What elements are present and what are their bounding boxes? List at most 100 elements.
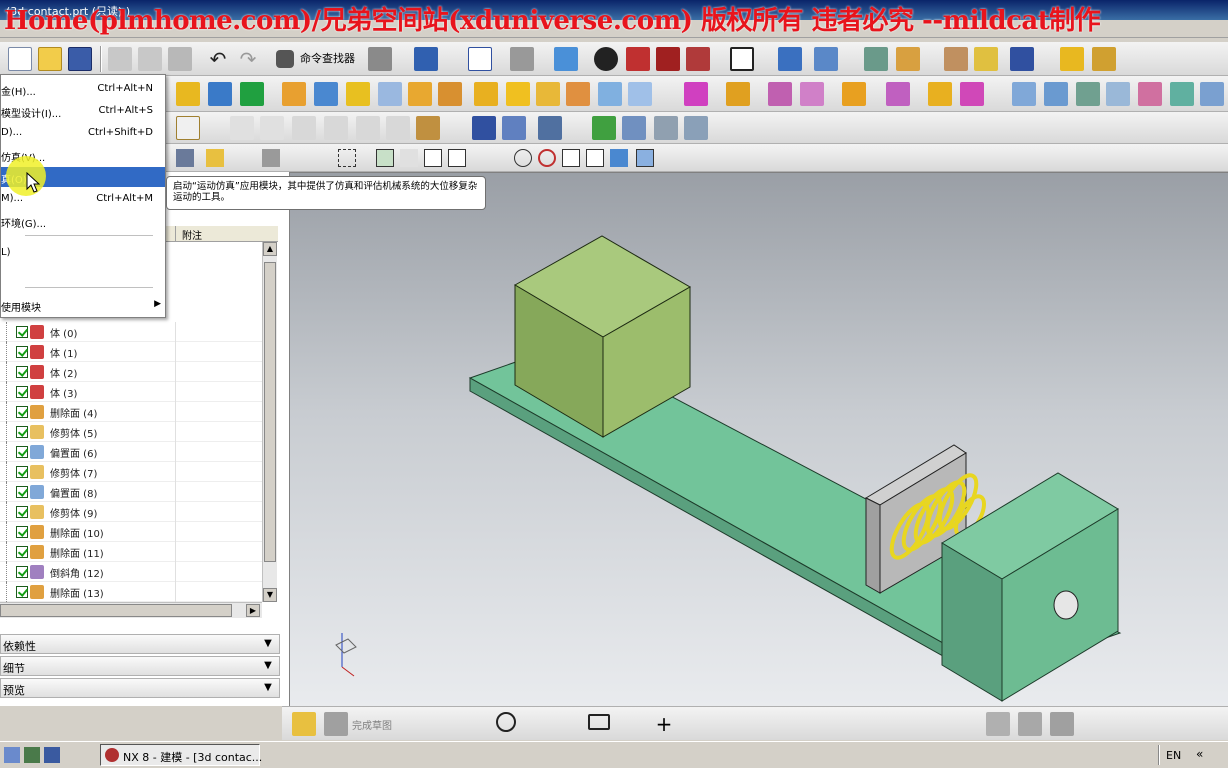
emboss-icon[interactable]: [536, 82, 560, 106]
polygon-icon[interactable]: [620, 712, 644, 736]
scroll-up-icon[interactable]: ▲: [263, 242, 277, 256]
constraint-icon[interactable]: [876, 712, 900, 736]
tree-row[interactable]: 体 (0): [0, 322, 262, 342]
visibility-checkbox[interactable]: [16, 486, 28, 498]
tree-row[interactable]: 删除面 (11): [0, 542, 262, 562]
auto-constraint-icon[interactable]: [938, 712, 962, 736]
cylinder-icon[interactable]: [314, 82, 338, 106]
language-indicator[interactable]: EN: [1166, 749, 1181, 762]
visibility-checkbox[interactable]: [16, 586, 28, 598]
open-file-icon[interactable]: [38, 47, 62, 71]
groove-icon[interactable]: [598, 82, 622, 106]
sew-icon[interactable]: [960, 82, 984, 106]
analysis-icon[interactable]: [944, 47, 968, 71]
dimension-icon[interactable]: [908, 712, 932, 736]
scroll-thumb[interactable]: [264, 262, 276, 562]
intersect-icon[interactable]: [768, 82, 792, 106]
cut-icon[interactable]: [108, 47, 132, 71]
section-preview[interactable]: 预览 ▼: [0, 678, 280, 698]
hscroll-thumb[interactable]: [0, 604, 232, 617]
navigator-vscroll[interactable]: ▲ ▼: [262, 242, 277, 602]
line-curve-icon[interactable]: [230, 116, 254, 140]
visibility-checkbox[interactable]: [16, 426, 28, 438]
text-icon[interactable]: [176, 116, 200, 140]
line-snap-icon[interactable]: [424, 149, 442, 167]
show-desktop-icon[interactable]: [4, 747, 20, 763]
datum-icon[interactable]: [240, 82, 264, 106]
monitor-icon[interactable]: [44, 747, 60, 763]
static-wire-icon[interactable]: [686, 47, 710, 71]
copy-icon[interactable]: [138, 47, 162, 71]
surface-mesh-icon[interactable]: [1012, 82, 1036, 106]
menu-item[interactable]: L): [1, 243, 165, 263]
arc-curve-icon[interactable]: [260, 116, 284, 140]
finish-sketch-label[interactable]: 完成草图: [352, 717, 392, 732]
select-face-icon[interactable]: [262, 149, 280, 167]
shaded-edges-icon[interactable]: [594, 47, 618, 71]
binoculars-icon[interactable]: [276, 50, 294, 68]
redo-icon[interactable]: ↷: [236, 47, 260, 71]
rectangle-icon[interactable]: [588, 714, 610, 730]
visibility-checkbox[interactable]: [16, 326, 28, 338]
tree-row[interactable]: 修剪体 (9): [0, 502, 262, 522]
pad-icon[interactable]: [506, 82, 530, 106]
wireframe-icon[interactable]: [656, 47, 680, 71]
menu-item[interactable]: 模型设计(I)... Ctrl+Alt+S: [1, 101, 165, 121]
rotate-view-icon[interactable]: [510, 47, 534, 71]
midpoint-icon[interactable]: [400, 149, 418, 167]
tree-row[interactable]: 体 (3): [0, 382, 262, 402]
menu-item[interactable]: D)... Ctrl+Shift+D: [1, 123, 165, 143]
tree-row[interactable]: 修剪体 (7): [0, 462, 262, 482]
arc-snap-icon[interactable]: [470, 149, 488, 167]
tree-row[interactable]: 修剪体 (5): [0, 422, 262, 442]
visibility-checkbox[interactable]: [16, 506, 28, 518]
tree-row[interactable]: 偏置面 (8): [0, 482, 262, 502]
assembly-icon[interactable]: [622, 116, 646, 140]
nx-task-button[interactable]: NX 8 - 建模 - [3d contac...: [100, 744, 262, 766]
scroll-down-icon[interactable]: ▼: [263, 588, 277, 602]
section-view-icon[interactable]: [778, 47, 802, 71]
slot-icon[interactable]: [566, 82, 590, 106]
shaded-icon[interactable]: [626, 47, 650, 71]
styled-sweep-icon[interactable]: [1170, 82, 1194, 106]
existing-point-icon[interactable]: [562, 149, 580, 167]
tree-row[interactable]: 体 (1): [0, 342, 262, 362]
undo-icon[interactable]: ↶: [206, 47, 230, 71]
snap-point-icon[interactable]: [206, 149, 224, 167]
axis-icon[interactable]: [684, 116, 708, 140]
quadrant-snap-icon[interactable]: [538, 149, 556, 167]
info-icon[interactable]: [414, 47, 438, 71]
sketch-options-icon[interactable]: [1050, 712, 1074, 736]
new-file-icon[interactable]: [8, 47, 32, 71]
pocket-icon[interactable]: [474, 82, 498, 106]
sketch-icon[interactable]: [292, 712, 316, 736]
surface-grid-icon[interactable]: [1044, 82, 1068, 106]
hole-icon[interactable]: [408, 82, 432, 106]
sphere-icon[interactable]: [378, 82, 402, 106]
boss-icon[interactable]: [438, 82, 462, 106]
center-snap-icon[interactable]: [514, 149, 532, 167]
tree-row[interactable]: 删除面 (10): [0, 522, 262, 542]
scale-icon[interactable]: [928, 82, 952, 106]
measure-icon[interactable]: [1060, 47, 1084, 71]
check-icon[interactable]: [592, 116, 616, 140]
g2-icon[interactable]: [324, 116, 348, 140]
tree-row[interactable]: 倒斜角 (12): [0, 562, 262, 582]
section-dependencies[interactable]: 依赖性 ▼: [0, 634, 280, 654]
background-icon[interactable]: [730, 47, 754, 71]
graphics-window[interactable]: [290, 172, 1228, 706]
through-curves-icon[interactable]: [1076, 82, 1100, 106]
quick-trim-icon[interactable]: [730, 712, 754, 736]
unite-icon[interactable]: [684, 82, 708, 106]
explorer-icon[interactable]: [24, 747, 40, 763]
section-details[interactable]: 细节 ▼: [0, 656, 280, 676]
tree-row[interactable]: 删除面 (4): [0, 402, 262, 422]
visibility-checkbox[interactable]: [16, 386, 28, 398]
visibility-checkbox[interactable]: [16, 366, 28, 378]
subtract-icon[interactable]: [726, 82, 750, 106]
spring-icon[interactable]: [502, 116, 526, 140]
sketch-grid-icon[interactable]: [324, 712, 348, 736]
command-finder[interactable]: 命令查找器: [300, 50, 355, 70]
offset-curve-icon[interactable]: [830, 712, 854, 736]
bridge-icon[interactable]: [1200, 82, 1224, 106]
